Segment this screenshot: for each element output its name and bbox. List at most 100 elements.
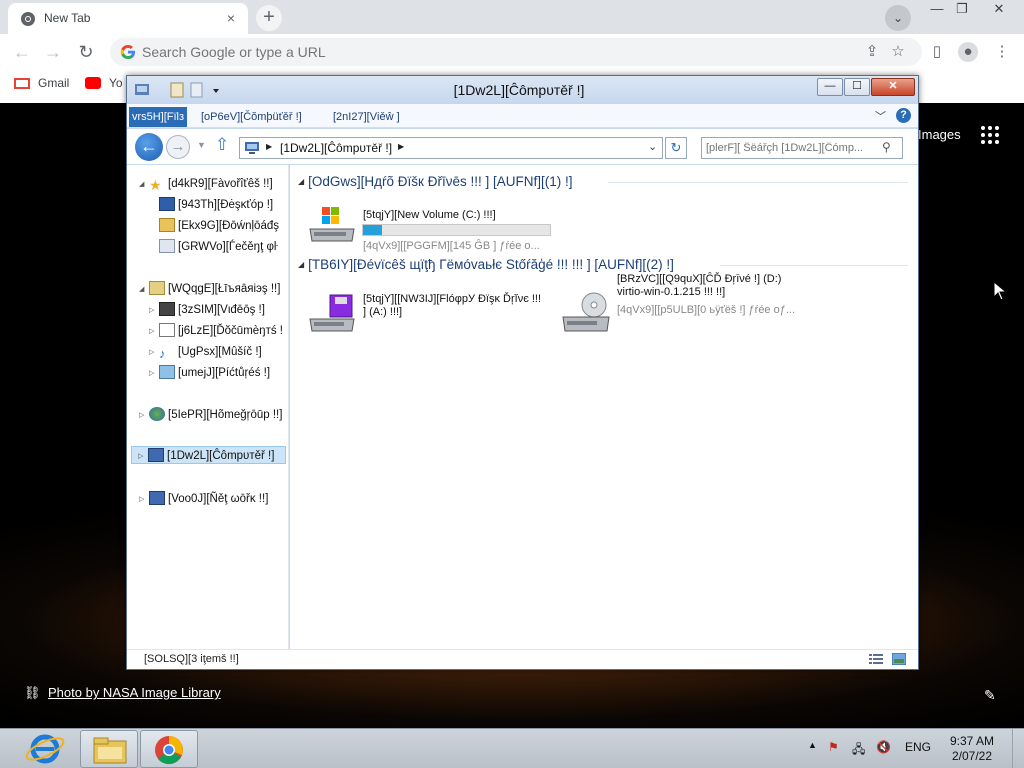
search-box[interactable]: ⚲ [701, 137, 903, 159]
bookmark-star-icon[interactable]: ☆ [888, 42, 908, 62]
nav-item-pictures[interactable]: ▷ [umejJ][Píćtůŗéś !] [149, 364, 270, 382]
collapse-arrow-icon[interactable]: ◢ [298, 177, 304, 186]
address-bar[interactable]: ▶ [1Dw2L][Ĉômрυтěř !] ▶ ⌄ [239, 137, 663, 159]
google-apps-icon[interactable] [980, 125, 1000, 145]
file-explorer-icon [93, 737, 127, 764]
group-header-hard-drives[interactable]: ◢ [OdGws][Hдŕõ Ðïšк Ðřīνēs !!! ] [AUFNf][… [298, 173, 572, 191]
nav-item-homegroup[interactable]: ▷ [5IePR][Hõmеğŗōūр !!] [139, 406, 282, 424]
expand-arrow-icon[interactable]: ▷ [149, 365, 159, 383]
tab-close-icon[interactable]: × [222, 9, 240, 27]
drive-free-space: [4qVx9][[p5ULB][0 ьÿťёš !] ƒŕéе оƒ... [617, 304, 796, 316]
taskbar: ▲ ⚑ 🖧 🔇 ENG 9:37 AM 2/07/22 [0, 728, 1024, 768]
show-hidden-icons-icon[interactable]: ▲ [808, 740, 817, 750]
reload-icon[interactable]: ↻ [74, 40, 98, 64]
profile-avatar-icon[interactable]: ● [958, 42, 978, 62]
volume-muted-icon[interactable]: 🔇 [876, 740, 891, 754]
close-button[interactable]: ✕ [984, 0, 1014, 20]
nav-item-downloads[interactable]: [Ekx9G][Ðōẃnļōáđş [159, 217, 279, 235]
drive-name: [BRzVC][[Q9quX][ĈĎ Ðŗīνé !] (D:) virtio-… [617, 273, 782, 298]
back-button-icon[interactable]: ← [135, 133, 163, 161]
collapse-arrow-icon[interactable]: ◢ [298, 260, 304, 269]
cd-drive-icon [562, 292, 610, 332]
nav-item-music[interactable]: ▷ ♪ [UgPsx][Мûšíč !] [149, 343, 262, 361]
drive-usage-bar [362, 224, 551, 236]
help-icon[interactable]: ? [896, 108, 911, 123]
nav-item-documents[interactable]: ▷ [j6LzE][Ďŏčūmèŋтś ! [149, 322, 283, 340]
customize-pencil-icon[interactable]: ✎ [984, 687, 996, 704]
file-explorer-taskbar-button[interactable] [80, 730, 138, 768]
tab-search-button[interactable]: ⌄ [885, 5, 911, 31]
expand-arrow-icon[interactable]: ▷ [139, 407, 149, 425]
share-icon[interactable]: ⇪ [862, 42, 882, 62]
ribbon-tab-computer[interactable]: [oP6eV][Čŏmþüťěř !] [201, 107, 302, 127]
forward-button-icon[interactable]: → [166, 135, 190, 159]
address-dropdown-icon[interactable]: ⌄ [648, 140, 657, 153]
item-count: [SOLSQ][3 іţеmš !!] [144, 653, 239, 665]
music-icon: ♪ [159, 346, 166, 361]
breadcrumb-separator-icon[interactable]: ▶ [266, 142, 272, 151]
group-divider [608, 182, 908, 183]
nav-item-libraries[interactable]: ◢ [WQqgE][Łīъяāяіэş !!] [139, 280, 280, 298]
link-icon: ⛓ [24, 685, 41, 700]
tab-new-tab[interactable]: New Tab × [8, 3, 248, 34]
navigation-pane: ◢ ★ [d4kR9][Fàvořîťêš !!] [943Th][Ðėşĸťóр … [127, 165, 289, 649]
expand-arrow-icon[interactable]: ▷ [139, 491, 149, 509]
drive-name: [5tqjY][New Volume (C:) !!!] [363, 209, 496, 221]
photo-credit-link[interactable]: ⛓ Photo by NASA Image Library [24, 685, 221, 701]
menu-kebab-icon[interactable]: ⋮ [992, 42, 1012, 62]
show-desktop-button[interactable] [1012, 729, 1024, 768]
new-tab-button[interactable]: + [256, 5, 282, 31]
nav-item-recent-places[interactable]: [GRWVo][Ѓеčěŋţ φŀ [159, 238, 278, 256]
images-link[interactable]: Images [918, 127, 961, 142]
gmail-icon [14, 78, 30, 89]
breadcrumb-chevron-icon[interactable]: ▶ [398, 142, 404, 151]
expand-ribbon-icon[interactable]: ﹀ [875, 108, 886, 124]
nav-item-desktop[interactable]: [943Th][Ðėşĸťóр !] [159, 196, 273, 214]
refresh-icon[interactable]: ↻ [665, 137, 687, 159]
collapse-arrow-icon[interactable]: ◢ [139, 281, 149, 299]
side-panel-icon[interactable]: ▯ [927, 42, 947, 62]
action-center-flag-icon[interactable]: ⚑ [828, 740, 839, 754]
explorer-maximize-button[interactable]: ☐ [844, 78, 870, 96]
search-input[interactable] [706, 140, 878, 156]
explorer-close-button[interactable]: ✕ [871, 78, 915, 96]
group-header-removable[interactable]: ◢ [TB6IY][Ðévïcêš щïţђ Гёмóvаьłє Stőŕăģé … [298, 256, 674, 274]
explorer-navigation-bar: ← → ▼ ⇧ ▶ [1Dw2L][Ĉômрυтěř !] ▶ ⌄ ↻ ⚲ [127, 129, 918, 164]
recent-locations-chevron-icon[interactable]: ▼ [197, 140, 206, 150]
chrome-taskbar-button[interactable] [140, 730, 198, 768]
breadcrumb-computer[interactable]: [1Dw2L][Ĉômрυтěř !] [280, 141, 392, 155]
explorer-title-bar[interactable]: [1Dw2L][Ĉômрυтěř !] — ☐ ✕ [127, 76, 918, 104]
internet-explorer-icon[interactable] [16, 730, 74, 768]
explorer-window: [1Dw2L][Ĉômрυтěř !] — ☐ ✕ vrs5H][Fïlз [o… [126, 75, 919, 670]
up-arrow-icon[interactable]: ⇧ [215, 135, 229, 155]
explorer-minimize-button[interactable]: — [817, 78, 843, 96]
ribbon-tab-view[interactable]: [2nI27][Vіěŵ ] [333, 107, 400, 127]
network-icon [149, 491, 165, 505]
details-view-icon[interactable] [869, 653, 883, 665]
expand-arrow-icon[interactable]: ▷ [138, 448, 148, 466]
omnibox[interactable] [110, 38, 922, 66]
language-indicator[interactable]: ENG [905, 740, 931, 754]
computer-icon [245, 142, 259, 154]
maximize-button[interactable]: ❐ [947, 0, 977, 20]
nav-item-videos[interactable]: ▷ [3zSIM][Vιđēōş !] [149, 301, 265, 319]
ribbon-tab-file[interactable]: vrs5H][Fïlз [129, 107, 187, 127]
collapse-arrow-icon[interactable]: ◢ [139, 176, 149, 194]
forward-arrow-icon[interactable]: → [41, 40, 65, 64]
nav-item-network[interactable]: ▷ [Voo0J][Ñěţ ωōřĸ !!] [139, 490, 268, 508]
search-icon[interactable]: ⚲ [882, 140, 891, 154]
browser-toolbar: ← → ↻ ⇪ ☆ ▯ ● ⋮ [0, 34, 1024, 70]
bookmark-gmail[interactable]: Gmail [14, 76, 69, 90]
nav-item-favorites[interactable]: ◢ ★ [d4kR9][Fàvořîťêš !!] [139, 175, 273, 193]
nav-item-computer[interactable]: ▷ [1Dw2L][Ĉômрυтěř !] [131, 446, 286, 464]
large-icons-view-icon[interactable] [892, 653, 906, 665]
expand-arrow-icon[interactable]: ▷ [149, 302, 159, 320]
network-status-icon[interactable]: 🖧 [852, 740, 865, 761]
expand-arrow-icon[interactable]: ▷ [149, 344, 159, 362]
omnibox-input[interactable] [142, 41, 832, 63]
bookmark-youtube[interactable]: Yo [85, 76, 123, 90]
back-arrow-icon[interactable]: ← [10, 40, 34, 64]
system-clock[interactable]: 9:37 AM 2/07/22 [944, 734, 1000, 764]
recent-places-icon [159, 239, 175, 253]
expand-arrow-icon[interactable]: ▷ [149, 323, 159, 341]
